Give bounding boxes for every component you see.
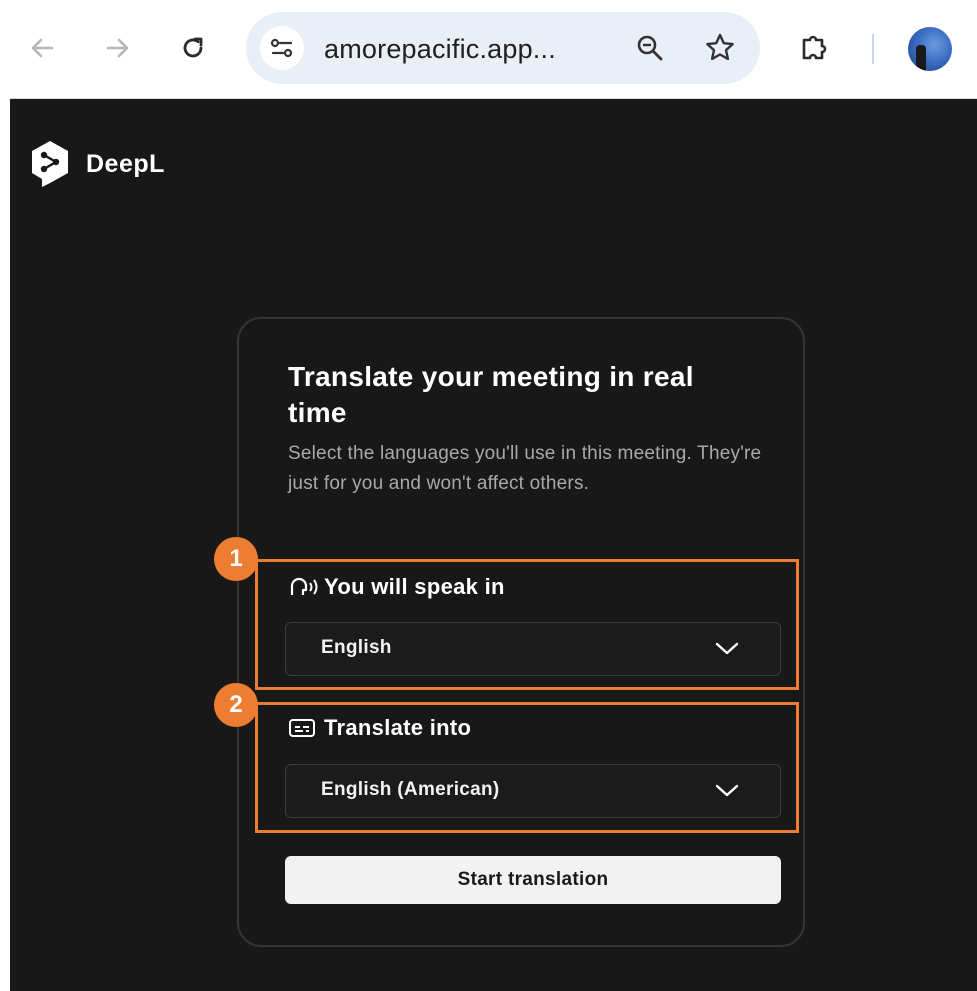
- forward-arrow-icon[interactable]: [98, 28, 138, 68]
- profile-avatar[interactable]: [908, 27, 952, 71]
- speak-language-highlight: [255, 559, 799, 690]
- card-title: Translate your meeting in real time: [288, 361, 694, 428]
- brand-name: DeepL: [86, 149, 165, 178]
- deepl-logo: DeepL: [28, 139, 165, 189]
- bookmark-star-icon[interactable]: [702, 30, 738, 66]
- annotation-badge-2: 2: [214, 683, 258, 727]
- deepl-meeting-app: DeepL Translate your meeting in real tim…: [10, 99, 977, 991]
- translate-language-highlight: [255, 702, 799, 833]
- address-bar[interactable]: amorepacific.app...: [246, 12, 760, 84]
- deepl-logo-icon: [32, 141, 68, 187]
- reload-icon[interactable]: [173, 28, 213, 68]
- start-translation-button[interactable]: Start translation: [285, 856, 781, 904]
- extensions-puzzle-icon[interactable]: [794, 28, 834, 68]
- card-description: Select the languages you'll use in this …: [288, 443, 762, 494]
- annotation-badge-1: 1: [214, 537, 258, 581]
- browser-toolbar: amorepacific.app...: [10, 0, 977, 99]
- url-text[interactable]: amorepacific.app...: [324, 34, 556, 65]
- site-settings-icon[interactable]: [260, 26, 304, 70]
- toolbar-divider: [872, 34, 874, 64]
- back-arrow-icon[interactable]: [22, 28, 62, 68]
- zoom-icon[interactable]: [632, 30, 668, 66]
